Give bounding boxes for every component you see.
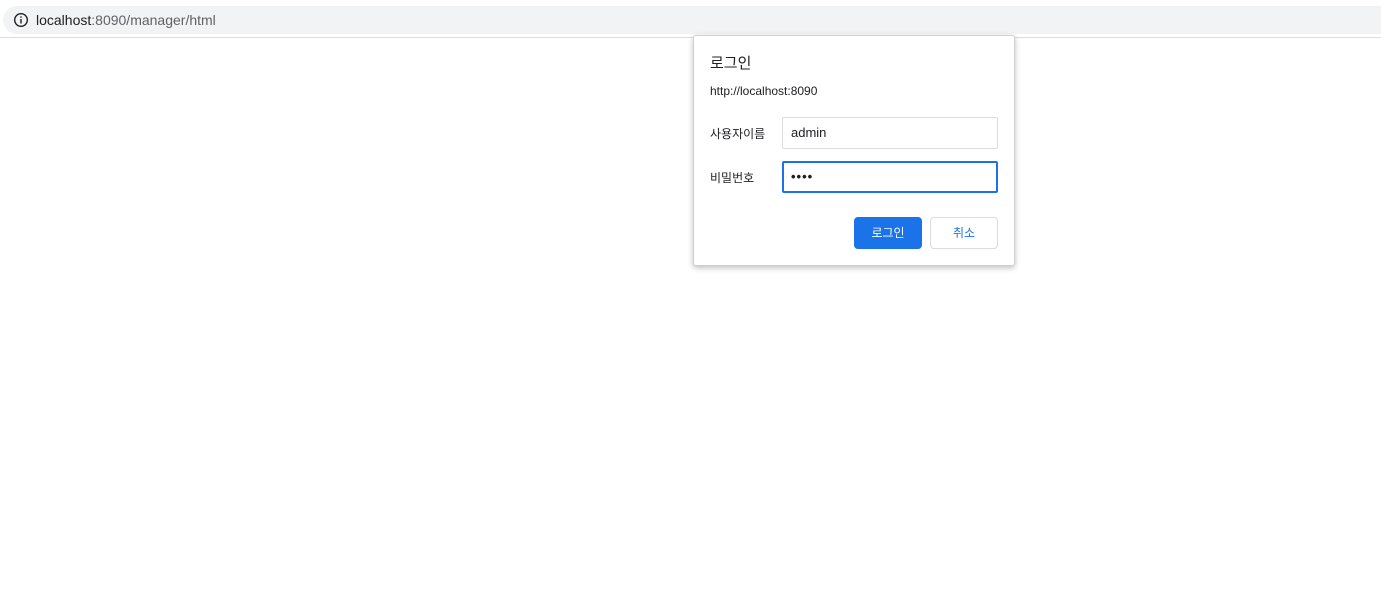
password-value: ••••: [791, 169, 814, 184]
dialog-origin: http://localhost:8090: [710, 84, 818, 98]
password-label: 비밀번호: [710, 171, 755, 185]
username-value: admin: [791, 125, 827, 140]
info-circle-icon[interactable]: [13, 12, 29, 28]
cancel-button[interactable]: 취소: [930, 217, 998, 249]
login-dialog: 로그인 http://localhost:8090 사용자이름 admin 비밀…: [693, 35, 1015, 266]
url-path: :8090/manager/html: [91, 12, 216, 28]
omnibox[interactable]: localhost:8090/manager/html: [3, 6, 1381, 34]
dialog-title: 로그인: [710, 55, 752, 72]
login-button[interactable]: 로그인: [854, 217, 922, 249]
url-text[interactable]: localhost:8090/manager/html: [36, 12, 216, 28]
address-bar: localhost:8090/manager/html: [0, 4, 1381, 38]
url-host: localhost: [36, 12, 92, 28]
username-label: 사용자이름: [710, 127, 766, 141]
username-input[interactable]: admin: [782, 117, 998, 149]
password-input[interactable]: ••••: [782, 161, 998, 193]
